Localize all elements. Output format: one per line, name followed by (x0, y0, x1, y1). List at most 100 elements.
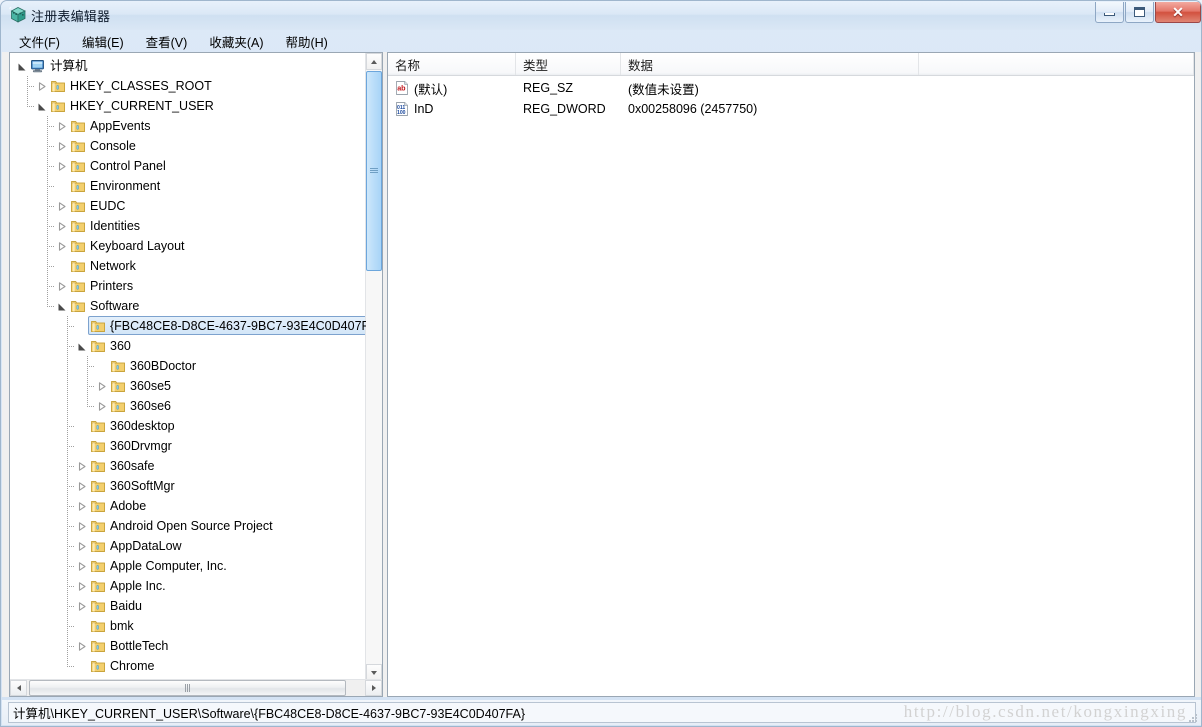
expand-toggle-icon[interactable] (56, 140, 68, 152)
tree-item[interactable]: Software (10, 296, 366, 316)
tree-item[interactable]: AppEvents (10, 116, 366, 136)
menu-favorites[interactable]: 收藏夹(A) (200, 30, 272, 53)
tree-item[interactable]: 360BDoctor (10, 356, 366, 376)
menu-view[interactable]: 查看(V) (137, 30, 197, 53)
tree-connector (42, 396, 54, 416)
menu-file[interactable]: 文件(F) (10, 30, 69, 53)
tree-item[interactable]: 360se6 (10, 396, 366, 416)
tree-item[interactable]: BottleTech (10, 636, 366, 656)
status-path-field: 计算机\HKEY_CURRENT_USER\Software\{FBC48CE8… (8, 702, 1196, 723)
tree-item[interactable]: 360desktop (10, 416, 366, 436)
vertical-scroll-thumb[interactable] (366, 71, 382, 271)
tree-connector (42, 116, 55, 136)
collapse-toggle-icon[interactable] (76, 340, 88, 352)
expand-toggle-icon[interactable] (36, 80, 48, 92)
tree-item[interactable]: Keyboard Layout (10, 236, 366, 256)
expand-toggle-icon[interactable] (76, 500, 88, 512)
regedit-icon (9, 6, 27, 24)
tree-item[interactable]: 360 (10, 336, 366, 356)
tree-item[interactable]: Control Panel (10, 156, 366, 176)
tree-item[interactable]: EUDC (10, 196, 366, 216)
column-type[interactable]: 类型 (516, 53, 621, 75)
value-row[interactable]: 011 100 InD REG_DWORD 0x00258096 (2457750) (388, 99, 1194, 119)
tree-item[interactable]: Identities (10, 216, 366, 236)
tree-item[interactable]: 360Drvmgr (10, 436, 366, 456)
expand-toggle-icon[interactable] (76, 560, 88, 572)
expand-toggle-icon[interactable] (76, 460, 88, 472)
tree-vertical-scrollbar[interactable] (365, 53, 382, 681)
folder-icon (50, 78, 66, 94)
tree-item[interactable]: Apple Inc. (10, 576, 366, 596)
maximize-button[interactable] (1125, 2, 1154, 23)
expand-toggle-icon[interactable] (76, 600, 88, 612)
tree-connector (82, 376, 95, 396)
expand-toggle-icon[interactable] (56, 120, 68, 132)
tree-horizontal-scrollbar[interactable] (10, 679, 382, 696)
expand-toggle-icon[interactable] (76, 540, 88, 552)
resize-grip-icon[interactable] (1187, 711, 1199, 723)
folder-icon (90, 478, 106, 494)
column-name[interactable]: 名称 (388, 53, 516, 75)
folder-icon (90, 438, 106, 454)
column-data[interactable]: 数据 (621, 53, 919, 75)
collapse-toggle-icon[interactable] (36, 100, 48, 112)
close-button[interactable]: ✕ (1155, 2, 1201, 23)
tree-item[interactable]: Chrome (10, 656, 366, 676)
tree-item[interactable]: bmk (10, 616, 366, 636)
value-row[interactable]: ab (默认) REG_SZ (数值未设置) (388, 78, 1194, 98)
tree-item[interactable]: {FBC48CE8-D8CE-4637-9BC7-93E4C0D407FA} (10, 316, 366, 336)
status-bar: 计算机\HKEY_CURRENT_USER\Software\{FBC48CE8… (2, 700, 1201, 725)
tree-item[interactable]: Network (10, 256, 366, 276)
tree-item[interactable]: 计算机 (10, 56, 366, 76)
tree-item[interactable]: 360SoftMgr (10, 476, 366, 496)
tree-connector (42, 156, 55, 176)
minimize-button[interactable] (1095, 2, 1124, 23)
expand-toggle-icon[interactable] (56, 280, 68, 292)
tree-item[interactable]: Environment (10, 176, 366, 196)
tree-item-label: Keyboard Layout (90, 238, 185, 253)
collapse-toggle-icon[interactable] (16, 60, 28, 72)
registry-editor-window: 注册表编辑器 ✕ 文件(F) 编辑(E) 查看(V) 收藏夹(A) 帮助(H) (0, 0, 1202, 727)
tree-item[interactable]: HKEY_CURRENT_USER (10, 96, 366, 116)
expand-toggle-icon[interactable] (96, 400, 108, 412)
expand-toggle-icon[interactable] (76, 480, 88, 492)
folder-icon (90, 338, 106, 354)
expand-toggle-icon[interactable] (76, 580, 88, 592)
expand-toggle-icon[interactable] (76, 640, 88, 652)
expand-toggle-icon[interactable] (56, 160, 68, 172)
scroll-right-button[interactable] (365, 680, 382, 696)
tree-item[interactable]: Apple Computer, Inc. (10, 556, 366, 576)
tree-item-label: bmk (110, 618, 134, 633)
tree-item[interactable]: 360se5 (10, 376, 366, 396)
expand-toggle-icon[interactable] (56, 220, 68, 232)
tree-item[interactable]: Printers (10, 276, 366, 296)
value-type: REG_DWORD (523, 102, 606, 116)
tree-item[interactable]: AppDataLow (10, 536, 366, 556)
tree-item[interactable]: HKEY_CLASSES_ROOT (10, 76, 366, 96)
horizontal-scroll-thumb[interactable] (29, 680, 346, 696)
folder-icon (70, 258, 86, 274)
tree-item[interactable]: 360safe (10, 456, 366, 476)
tree-item-label: Console (90, 138, 136, 153)
tree-item[interactable]: Adobe (10, 496, 366, 516)
tree-item[interactable]: Baidu (10, 596, 366, 616)
menu-edit[interactable]: 编辑(E) (73, 30, 133, 53)
tree-connector (42, 636, 54, 656)
expand-toggle-icon[interactable] (76, 520, 88, 532)
current-key-path: 计算机\HKEY_CURRENT_USER\Software\{FBC48CE8… (13, 707, 526, 721)
scroll-left-button[interactable] (10, 680, 27, 696)
menu-help[interactable]: 帮助(H) (276, 30, 336, 53)
tree-connector (42, 656, 54, 676)
value-data: 0x00258096 (2457750) (628, 102, 758, 116)
collapse-toggle-icon[interactable] (56, 300, 68, 312)
expand-toggle-icon[interactable] (56, 240, 68, 252)
tree-item[interactable]: Console (10, 136, 366, 156)
expand-toggle-icon[interactable] (56, 200, 68, 212)
expand-toggle-icon[interactable] (96, 380, 108, 392)
tree-connector (62, 556, 75, 576)
folder-icon (90, 318, 106, 334)
tree-item[interactable]: Android Open Source Project (10, 516, 366, 536)
scroll-up-button[interactable] (366, 53, 382, 70)
tree-item-label: Network (90, 258, 136, 273)
